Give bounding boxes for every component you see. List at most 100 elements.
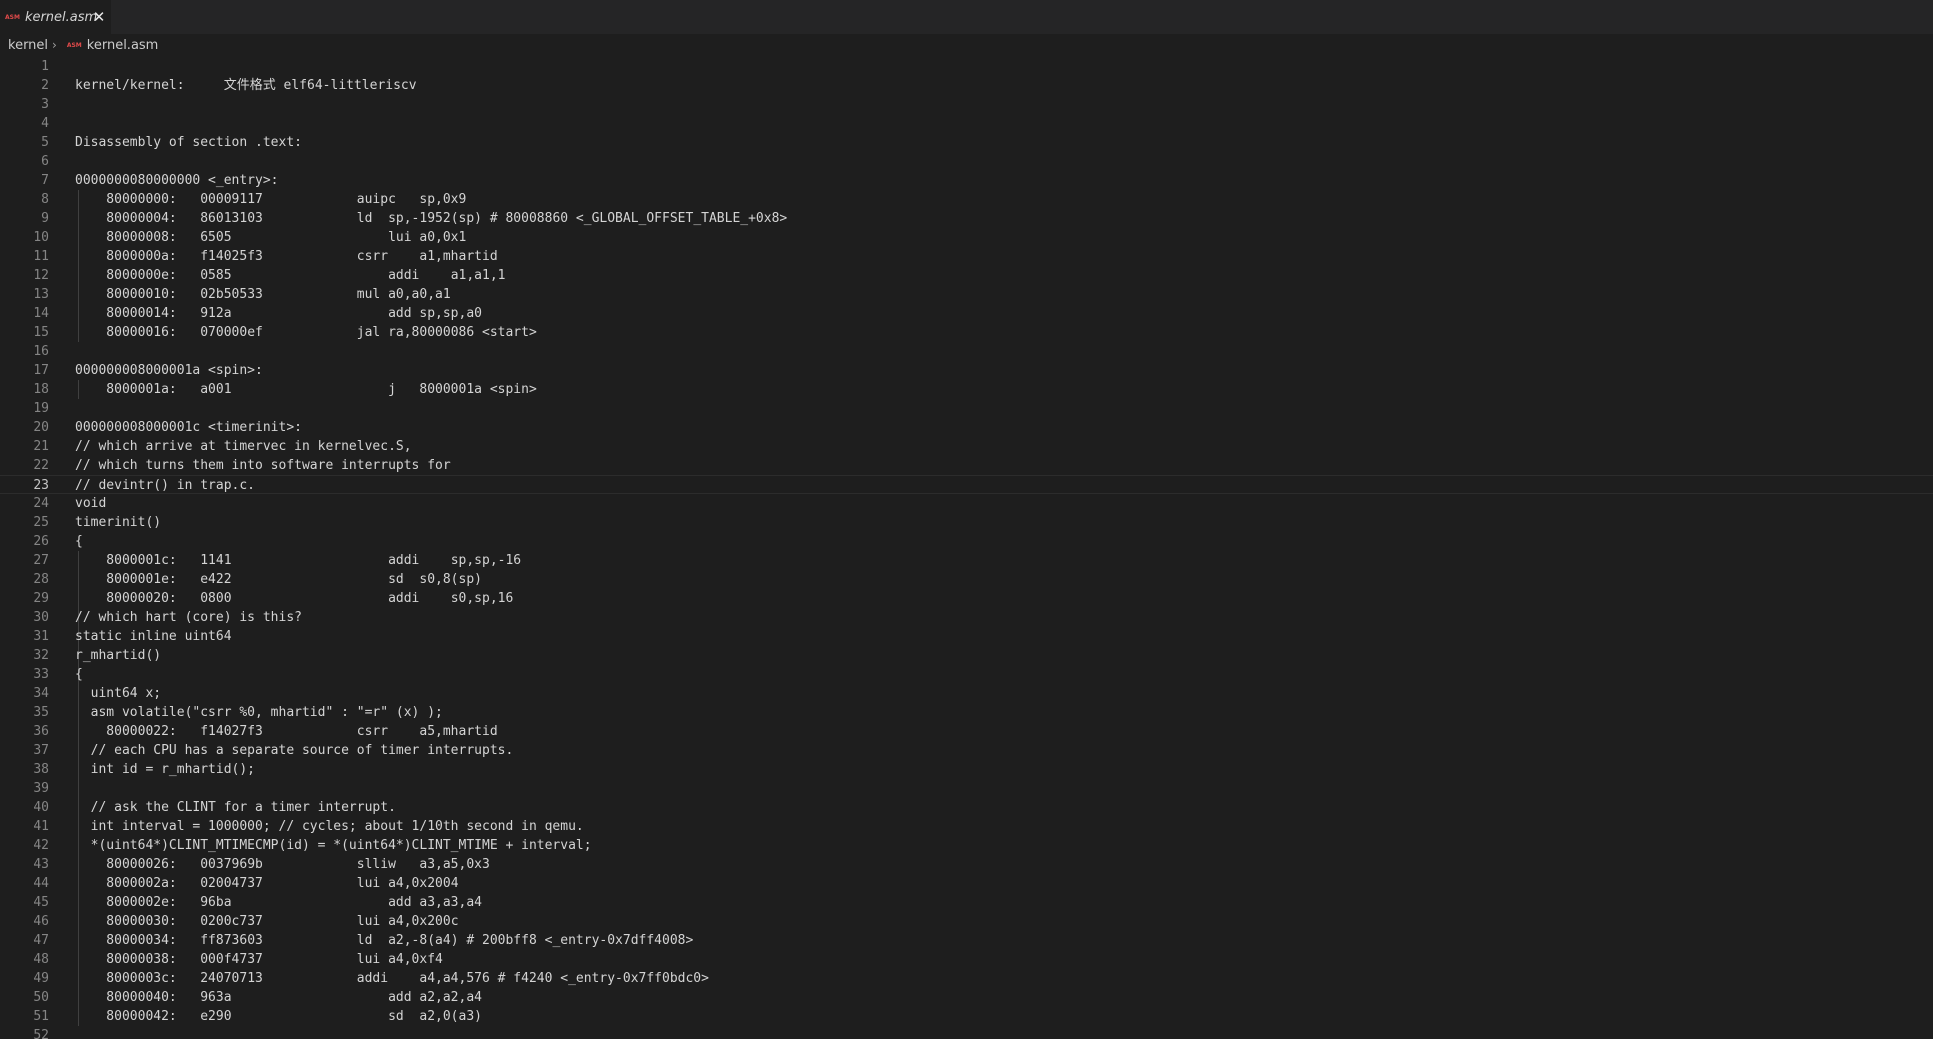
code-line[interactable]: 42 *(uint64*)CLINT_MTIMECMP(id) = *(uint… [0,836,1933,855]
code-line[interactable]: 4 [0,114,1933,133]
line-number: 4 [41,116,49,131]
code-line[interactable]: 9 80000004: 86013103 ld sp,-1952(sp) # 8… [0,209,1933,228]
code-line[interactable]: 24 void [0,494,1933,513]
code-line[interactable]: 11 8000000a: f14025f3 csrr a1,mhartid [0,247,1933,266]
code-line[interactable]: 30 // which hart (core) is this? [0,608,1933,627]
code-line[interactable]: 2 kernel/kernel: 文件格式 elf64-littleriscv [0,76,1933,95]
code-line[interactable]: 33 { [0,665,1933,684]
code-line[interactable]: 3 [0,95,1933,114]
code-text: { [75,667,83,682]
code-line[interactable]: 22 // which turns them into software inte… [0,456,1933,475]
line-number: 20 [33,420,49,435]
code-line[interactable]: 1 [0,57,1933,76]
code-line[interactable]: 38 int id = r_mhartid(); [0,760,1933,779]
code-line[interactable]: 40 // ask the CLINT for a timer interrup… [0,798,1933,817]
line-number: 17 [33,363,49,378]
code-line[interactable]: 8 80000000: 00009117 auipc sp,0x9 [0,190,1933,209]
tab-bar: ASM kernel.asm ✕ [0,0,1933,34]
code-line[interactable]: 18 8000001a: a001 j 8000001a <spin> [0,380,1933,399]
code-line[interactable]: 50 80000040: 963a add a2,a2,a4 [0,988,1933,1007]
code-text: 80000030: 0200c737 lui a4,0x200c [75,914,459,929]
line-number: 18 [33,382,49,397]
line-number: 37 [33,743,49,758]
line-number: 13 [33,287,49,302]
code-text: kernel/kernel: 文件格式 elf64-littleriscv [75,78,417,93]
code-line[interactable]: 23 // devintr() in trap.c. [0,475,1933,494]
code-text: 8000001a: a001 j 8000001a <spin> [75,382,537,397]
code-text: 80000020: 0800 addi s0,sp,16 [75,591,514,606]
line-number: 42 [33,838,49,853]
code-line[interactable]: 37 // each CPU has a separate source of … [0,741,1933,760]
code-line[interactable]: 27 8000001c: 1141 addi sp,sp,-16 [0,551,1933,570]
code-line[interactable]: 7 0000000080000000 <_entry>: [0,171,1933,190]
line-number: 25 [33,515,49,530]
line-number: 11 [33,249,49,264]
code-line[interactable]: 10 80000008: 6505 lui a0,0x1 [0,228,1933,247]
code-line[interactable]: 12 8000000e: 0585 addi a1,a1,1 [0,266,1933,285]
code-line[interactable]: 15 80000016: 070000ef jal ra,80000086 <s… [0,323,1933,342]
code-text: 80000038: 000f4737 lui a4,0xf4 [75,952,443,967]
code-text: 000000008000001a <spin>: [75,363,263,378]
code-line[interactable]: 21 // which arrive at timervec in kernelv… [0,437,1933,456]
code-text: int interval = 1000000; // cycles; about… [75,819,584,834]
code-text: 0000000080000000 <_entry>: [75,173,279,188]
code-line[interactable]: 31 static inline uint64 [0,627,1933,646]
code-editor[interactable]: 1 2 kernel/kernel: 文件格式 elf64-littleriscv 3… [0,56,1933,1039]
code-line[interactable]: 28 8000001e: e422 sd s0,8(sp) [0,570,1933,589]
code-text: 80000000: 00009117 auipc sp,0x9 [75,192,467,207]
line-number: 29 [33,591,49,606]
tab-kernel-asm[interactable]: ASM kernel.asm ✕ [0,0,111,34]
code-line[interactable]: 49 8000003c: 24070713 addi a4,a4,576 # f… [0,969,1933,988]
code-line[interactable]: 47 80000034: ff873603 ld a2,-8(a4) # 200… [0,931,1933,950]
code-line[interactable]: 19 [0,399,1933,418]
code-text: 000000008000001c <timerinit>: [75,420,302,435]
code-line[interactable]: 20 000000008000001c <timerinit>: [0,418,1933,437]
line-number: 44 [33,876,49,891]
code-line[interactable]: 36 80000022: f14027f3 csrr a5,mhartid [0,722,1933,741]
code-line[interactable]: 17 000000008000001a <spin>: [0,361,1933,380]
line-number: 35 [33,705,49,720]
code-text: 8000000a: f14025f3 csrr a1,mhartid [75,249,498,264]
breadcrumb-folder-kernel[interactable]: kernel [8,38,48,53]
code-line[interactable]: 39 [0,779,1933,798]
code-line[interactable]: 14 80000014: 912a add sp,sp,a0 [0,304,1933,323]
code-line[interactable]: 44 8000002a: 02004737 lui a4,0x2004 [0,874,1933,893]
code-line[interactable]: 41 int interval = 1000000; // cycles; ab… [0,817,1933,836]
code-line[interactable]: 35 asm volatile("csrr %0, mhartid" : "=r… [0,703,1933,722]
code-text: 8000002e: 96ba add a3,a3,a4 [75,895,482,910]
code-line[interactable]: 5 Disassembly of section .text: [0,133,1933,152]
code-line[interactable]: 6 [0,152,1933,171]
line-number: 51 [33,1009,49,1024]
code-text: 80000022: f14027f3 csrr a5,mhartid [75,724,498,739]
line-number: 48 [33,952,49,967]
code-line[interactable]: 34 uint64 x; [0,684,1933,703]
code-line[interactable]: 25 timerinit() [0,513,1933,532]
code-line[interactable]: 43 80000026: 0037969b slliw a3,a5,0x3 [0,855,1933,874]
code-line[interactable]: 13 80000010: 02b50533 mul a0,a0,a1 [0,285,1933,304]
code-line[interactable]: 32 r_mhartid() [0,646,1933,665]
code-line[interactable]: 51 80000042: e290 sd a2,0(a3) [0,1007,1933,1026]
code-text: 8000001e: e422 sd s0,8(sp) [75,572,482,587]
code-line[interactable]: 46 80000030: 0200c737 lui a4,0x200c [0,912,1933,931]
code-text: int id = r_mhartid(); [75,762,256,777]
close-icon[interactable]: ✕ [91,9,107,25]
line-number: 38 [33,762,49,777]
code-line[interactable]: 52 [0,1026,1933,1039]
code-line[interactable]: 16 [0,342,1933,361]
code-line[interactable]: 29 80000020: 0800 addi s0,sp,16 [0,589,1933,608]
code-text: // which turns them into software interr… [75,458,451,473]
line-number: 3 [41,97,49,112]
line-number: 10 [33,230,49,245]
code-line[interactable]: 48 80000038: 000f4737 lui a4,0xf4 [0,950,1933,969]
code-text: uint64 x; [75,686,162,701]
code-text: 8000000e: 0585 addi a1,a1,1 [75,268,506,283]
code-line[interactable]: 26 { [0,532,1933,551]
code-line[interactable]: 45 8000002e: 96ba add a3,a3,a4 [0,893,1933,912]
code-text: asm volatile("csrr %0, mhartid" : "=r" (… [75,705,443,720]
line-number: 16 [33,344,49,359]
breadcrumb-file-kernel-asm[interactable]: kernel.asm [87,38,159,53]
code-text: // which arrive at timervec in kernelvec… [75,439,412,454]
code-text: 80000026: 0037969b slliw a3,a5,0x3 [75,857,490,872]
code-text: 8000003c: 24070713 addi a4,a4,576 # f424… [75,971,709,986]
asm-file-icon: ASM [5,13,20,21]
